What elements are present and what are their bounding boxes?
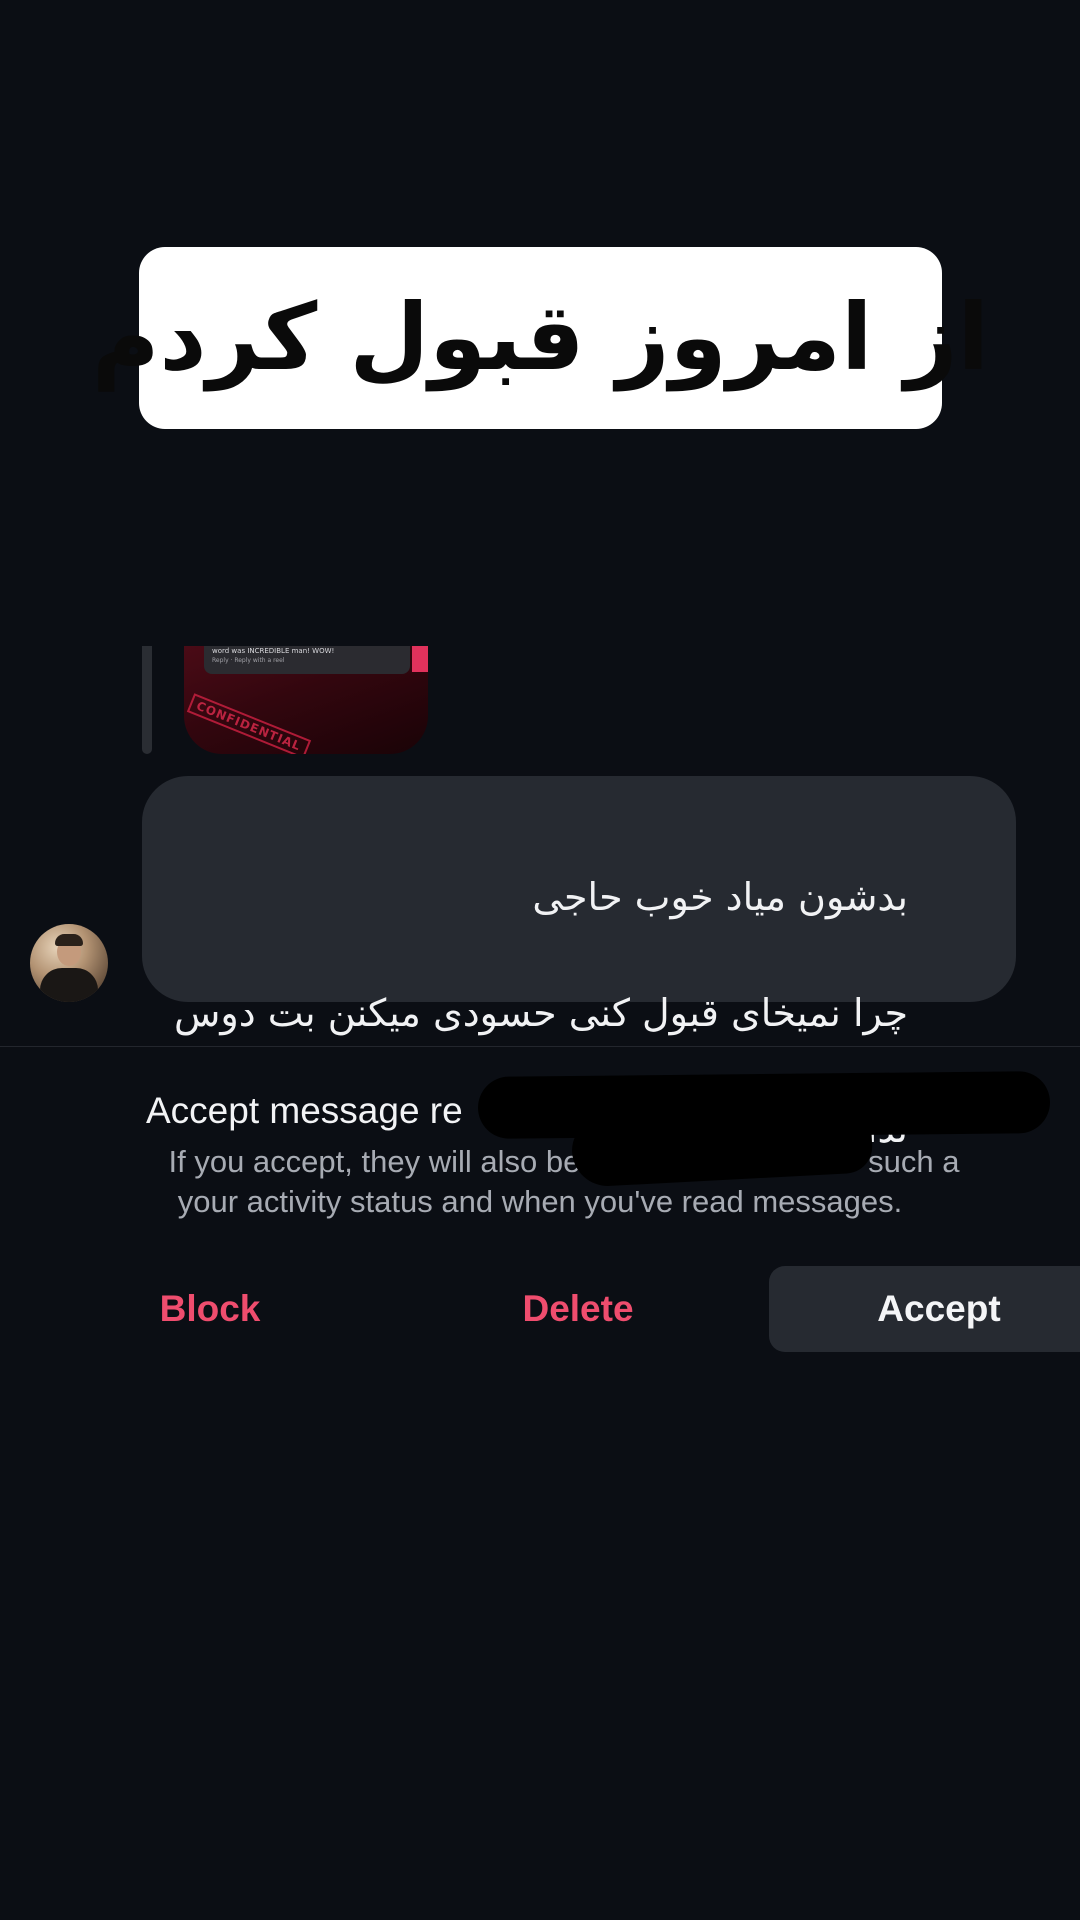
divider <box>0 1046 1080 1047</box>
request-description-line: If you accept, they will also be ab you … <box>168 1144 960 1179</box>
avatar-body <box>40 968 98 1002</box>
reply-indicator-bar <box>142 646 152 754</box>
caption-text: از امروز قبول کردم <box>91 284 990 391</box>
message-line: چرا نمیخای قبول کنی حسودی میکنن بت دوس <box>174 991 908 1035</box>
request-description-line: your activity status and when you've rea… <box>177 1184 903 1219</box>
block-button[interactable]: Block <box>110 1266 310 1352</box>
thumbnail-notification-banner: word was INCREDIBLE man! WOW! Reply · Re… <box>204 646 410 674</box>
caption-sticker: از امروز قبول کردم <box>92 247 989 429</box>
request-title: Accept message re <box>146 1090 463 1131</box>
delete-button[interactable]: Delete <box>478 1266 678 1352</box>
accept-button[interactable]: Accept <box>769 1266 1080 1352</box>
avatar-hair <box>55 934 83 946</box>
thumbnail-notice-actions: Reply · Reply with a reel <box>212 657 285 664</box>
sender-avatar[interactable] <box>30 924 108 1002</box>
shared-media-thumbnail[interactable]: word was INCREDIBLE man! WOW! Reply · Re… <box>184 646 428 754</box>
thumbnail-accent <box>412 646 428 672</box>
thumbnail-stamp: CONFIDENTIAL <box>186 693 311 754</box>
thumbnail-notice-text: word was INCREDIBLE man! WOW! <box>212 647 335 655</box>
request-description: If you accept, they will also be ab you … <box>0 1142 1080 1222</box>
message-bubble[interactable]: بدشون میاد خوب حاجی چرا نمیخای قبول کنی … <box>142 776 1016 1151</box>
message-line: بدشون میاد خوب حاجی <box>532 875 908 919</box>
